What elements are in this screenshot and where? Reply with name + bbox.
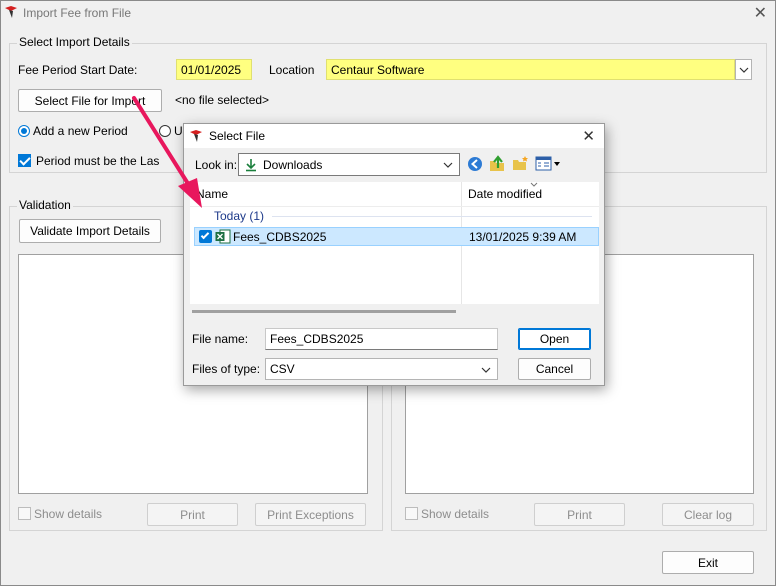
file-name-label: File name: [192, 332, 249, 346]
header-divider [190, 206, 599, 207]
select-file-dialog: Select File ✕ Look in: Downloads Name Da… [183, 123, 605, 386]
open-button[interactable]: Open [518, 328, 591, 350]
import-details-legend: Select Import Details [17, 35, 132, 49]
title-bar: Import Fee from File ✕ [1, 1, 775, 25]
select-file-button[interactable]: Select File for Import [18, 89, 162, 112]
chevron-down-icon [481, 367, 491, 373]
location-dropdown-button[interactable] [735, 59, 752, 80]
chevron-down-icon [443, 162, 453, 168]
sort-chevron-icon [530, 182, 538, 187]
show-details-right-checkbox[interactable] [405, 507, 418, 520]
horizontal-scrollbar[interactable] [192, 310, 456, 313]
look-in-value: Downloads [263, 157, 323, 172]
centaur-logo-icon [5, 6, 17, 18]
file-row-checkbox[interactable] [199, 230, 212, 243]
window-title: Import Fee from File [23, 6, 132, 20]
files-of-type-value: CSV [270, 362, 295, 376]
show-details-left-checkbox[interactable] [18, 507, 31, 520]
today-group-header[interactable]: Today (1) [214, 209, 264, 223]
clear-log-button[interactable]: Clear log [662, 503, 754, 526]
look-in-combo[interactable]: Downloads [238, 153, 460, 176]
print-right-button[interactable]: Print [534, 503, 625, 526]
validate-import-button[interactable]: Validate Import Details [19, 219, 161, 243]
update-period-radio[interactable] [159, 125, 171, 137]
close-icon[interactable]: ✕ [754, 3, 767, 23]
view-menu-icon[interactable] [535, 156, 561, 172]
file-date-cell: 13/01/2025 9:39 AM [469, 230, 577, 244]
files-of-type-combo[interactable]: CSV [265, 358, 498, 380]
name-column-header[interactable]: Name [196, 182, 228, 206]
location-combo[interactable]: Centaur Software [326, 59, 735, 80]
centaur-logo-icon [190, 130, 202, 142]
file-name-value: Fees_CDBS2025 [270, 332, 364, 346]
add-new-period-radio[interactable] [18, 125, 30, 137]
dialog-title-bar: Select File ✕ [184, 124, 604, 148]
print-left-button[interactable]: Print [147, 503, 238, 526]
cancel-button[interactable]: Cancel [518, 358, 591, 380]
period-last-label[interactable]: Period must be the Las [36, 154, 159, 168]
dialog-close-icon[interactable]: ✕ [582, 127, 595, 145]
show-details-right-label[interactable]: Show details [421, 507, 489, 521]
back-icon[interactable] [467, 156, 483, 172]
validation-legend: Validation [17, 198, 73, 212]
chevron-down-icon [739, 67, 748, 73]
location-value: Centaur Software [331, 62, 425, 77]
period-last-checkbox[interactable] [18, 154, 31, 167]
dialog-title: Select File [209, 129, 266, 143]
show-details-left-label[interactable]: Show details [34, 507, 102, 521]
update-period-label[interactable]: U [174, 124, 183, 138]
file-list[interactable]: Name Date modified Today (1) Fees_CDBS20… [190, 182, 599, 304]
up-folder-icon[interactable] [489, 155, 505, 172]
add-new-period-label[interactable]: Add a new Period [33, 124, 128, 138]
new-folder-icon[interactable] [512, 155, 529, 172]
files-of-type-label: Files of type: [192, 362, 261, 376]
location-label: Location [269, 63, 315, 77]
download-arrow-icon [246, 158, 256, 171]
file-row-selected[interactable]: Fees_CDBS2025 13/01/2025 9:39 AM [194, 227, 599, 246]
group-divider [272, 216, 592, 217]
fee-period-label: Fee Period Start Date: [18, 63, 138, 77]
file-name-input[interactable]: Fees_CDBS2025 [265, 328, 498, 350]
print-exceptions-button[interactable]: Print Exceptions [255, 503, 366, 526]
exit-button[interactable]: Exit [662, 551, 754, 574]
fee-period-date-field[interactable]: 01/01/2025 [176, 59, 252, 80]
no-file-selected-text: <no file selected> [175, 93, 270, 107]
excel-file-icon [215, 229, 231, 244]
look-in-label: Look in: [195, 158, 238, 172]
fee-period-date-value: 01/01/2025 [181, 62, 242, 77]
file-name-cell: Fees_CDBS2025 [233, 230, 327, 244]
